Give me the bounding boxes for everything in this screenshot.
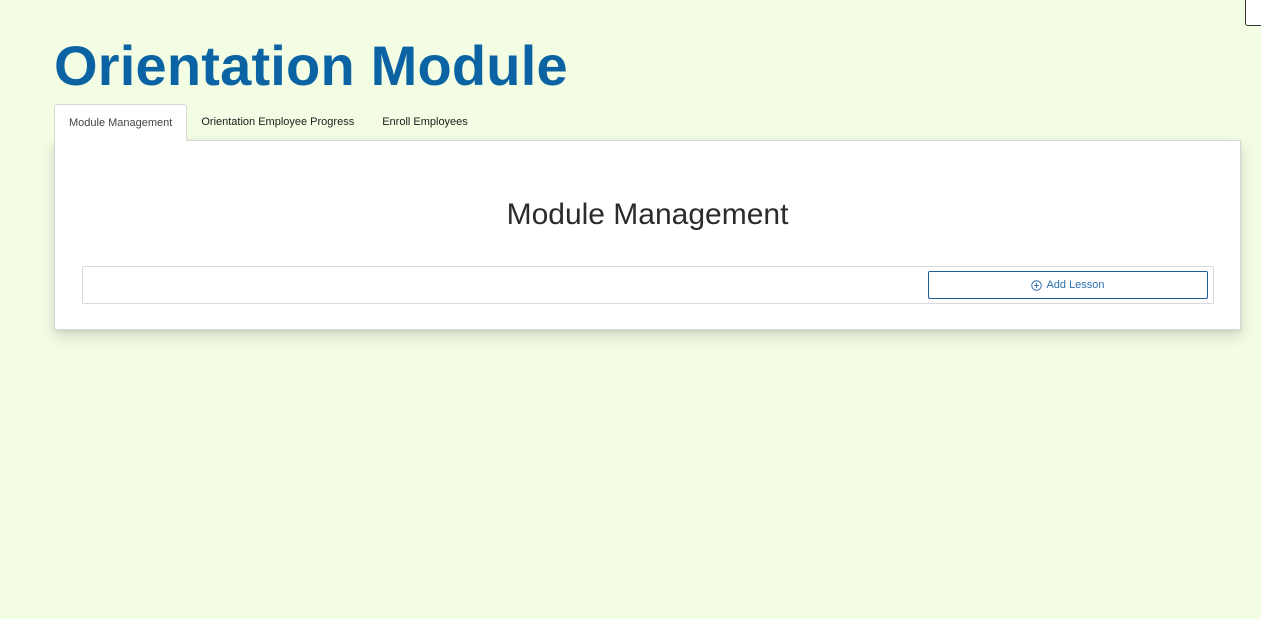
tab-module-management[interactable]: Module Management <box>54 104 188 141</box>
add-lesson-label: Add Lesson <box>1046 279 1105 291</box>
lesson-toolbar: Add Lesson <box>82 266 1214 304</box>
plus-circle-icon <box>1031 279 1043 291</box>
panel-heading: Module Management <box>506 198 789 231</box>
page-title: Orientation Module <box>54 34 568 97</box>
tab-bar: Module Management Orientation Employee P… <box>54 104 482 141</box>
tab-enroll-employees[interactable]: Enroll Employees <box>368 104 482 140</box>
window-corner-element <box>1245 0 1261 26</box>
tab-orientation-employee-progress[interactable]: Orientation Employee Progress <box>187 104 368 140</box>
module-management-panel: Module Management Add Lesson <box>54 140 1241 330</box>
add-lesson-button[interactable]: Add Lesson <box>928 271 1208 299</box>
